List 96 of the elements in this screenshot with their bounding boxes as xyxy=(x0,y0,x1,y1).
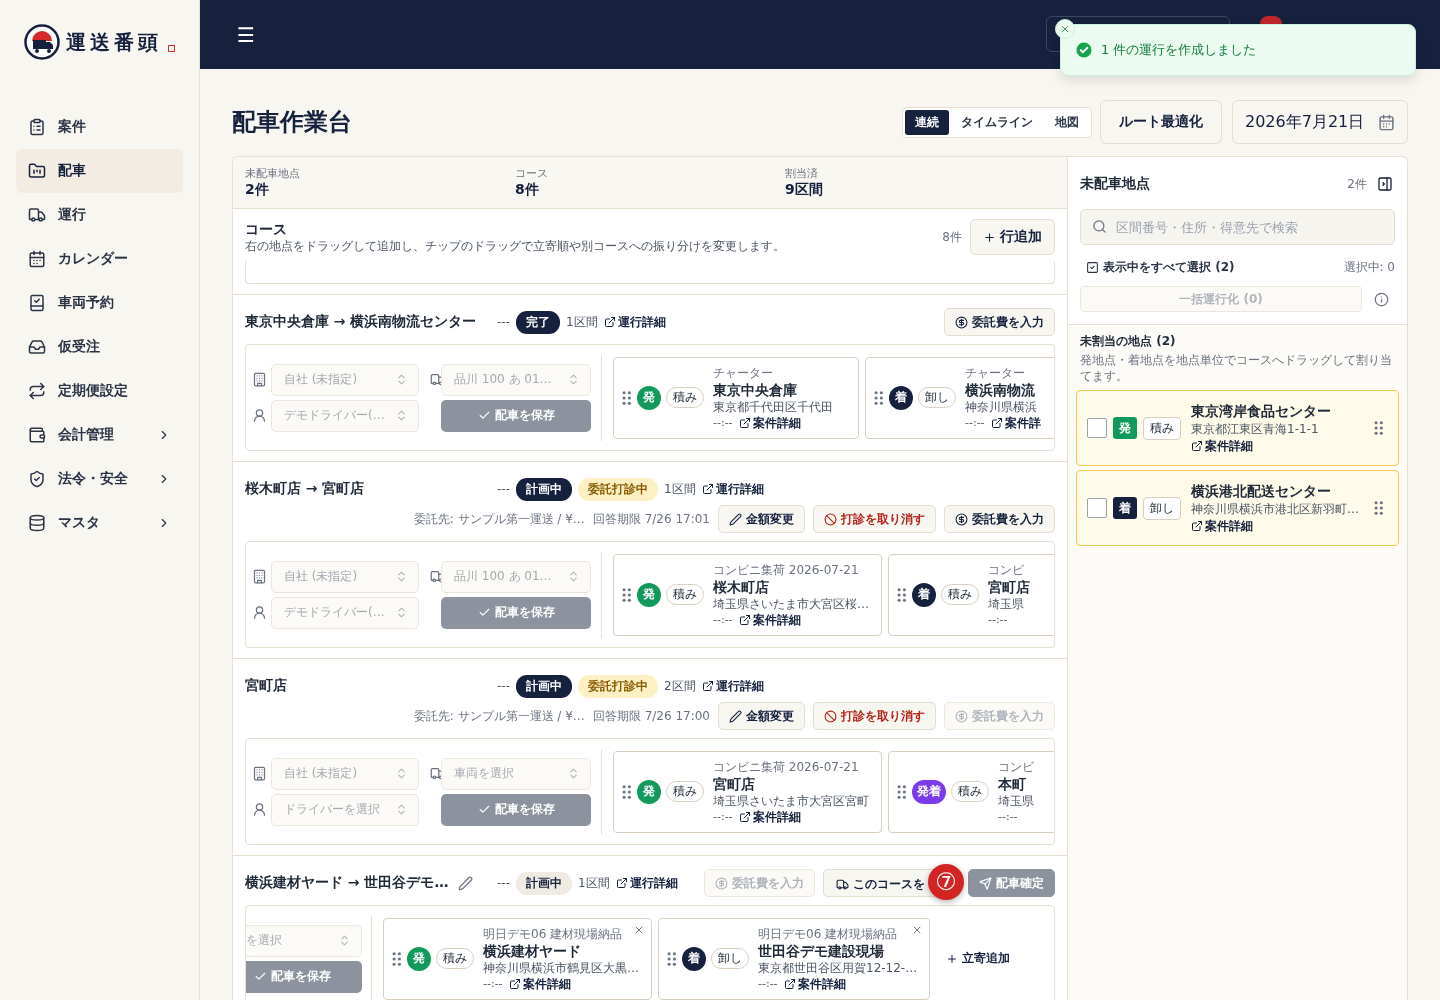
stop-caption: 明日デモ06 建材現場納品 xyxy=(758,925,899,942)
stop-address: 神奈川県横浜市鶴見区大黒… xyxy=(483,959,639,976)
stop-name: 本町 xyxy=(998,774,1027,793)
stop-type-label: 発 xyxy=(407,946,431,971)
stop-address: 埼玉県 xyxy=(988,595,1025,612)
stop-type-label: 着 xyxy=(912,582,936,607)
stop-time: --:-- xyxy=(483,975,503,992)
selected-count: 選択中: 0 xyxy=(1343,258,1395,276)
stop-time: --:-- xyxy=(713,808,733,825)
stop-caption: コンビニ集荷 2026-07-21 xyxy=(713,758,860,775)
course-title: 東京中央倉庫 → 横浜南物流センター xyxy=(245,313,477,331)
work-type-label: 積み xyxy=(951,781,989,802)
stop-type-label: 着 xyxy=(1113,497,1137,519)
consignee-text: 委託先: サンプル第一運送 / ¥… xyxy=(413,510,585,528)
work-type-label: 積み xyxy=(666,584,704,605)
work-type-label: 卸し xyxy=(1143,496,1181,520)
course-value: --- xyxy=(497,876,510,890)
stat-value: 2件 xyxy=(245,181,270,199)
deadline-text: 回答期限 7/26 17:00 xyxy=(592,707,710,725)
toast-message: 1 件の運行を作成しました xyxy=(1101,41,1257,59)
stop-type-label: 着 xyxy=(682,946,706,971)
stop-caption: コンビ xyxy=(988,561,1025,578)
status-label: 計画中 xyxy=(516,477,572,501)
stop-time: --:-- xyxy=(758,975,778,992)
stop-address: 埼玉県さいたま市大宮区宮町 xyxy=(713,792,869,809)
work-type-label: 積み xyxy=(1143,416,1181,440)
stop-address: 埼玉県さいたま市大宮区桜… xyxy=(713,595,869,612)
stop-caption: コンビニ集荷 2026-07-21 xyxy=(713,561,860,578)
stop-address: 東京都世田谷区用賀12-12-… xyxy=(758,959,918,976)
stop-type-label: 発 xyxy=(637,779,661,804)
consignee-text: 委託先: サンプル第一運送 / ¥… xyxy=(413,707,585,725)
stop-address: 神奈川県横浜 xyxy=(965,398,1038,415)
status-label: 計画中 xyxy=(516,871,572,895)
course-title: 横浜建材ヤード → 世田谷デモ… xyxy=(245,874,449,892)
logo-text: 運送番頭 xyxy=(66,28,162,56)
course-count: 8件 xyxy=(942,228,962,246)
stop-type-label: 発 xyxy=(637,582,661,607)
stop-caption: 明日デモ06 建材現場納品 xyxy=(483,925,624,942)
stop-time: --:-- xyxy=(988,611,1008,628)
stop-time: --:-- xyxy=(713,414,733,431)
stop-type-label: 発 xyxy=(637,385,661,410)
deadline-text: 回答期限 7/26 17:01 xyxy=(592,510,710,528)
stop-caption: コンビ xyxy=(998,758,1034,775)
stat-value: 9区間 xyxy=(785,181,824,199)
status-label: 計画中 xyxy=(516,674,572,698)
stat-label: 未配車地点 xyxy=(245,166,301,181)
stop-address: 東京都千代田区千代田 xyxy=(713,398,833,415)
stop-name: 宮町店 xyxy=(988,577,1030,596)
course-value: --- xyxy=(497,315,510,329)
stop-address: 埼玉県 xyxy=(998,792,1034,809)
point-count: 2件 xyxy=(1347,175,1367,193)
section-title: コース xyxy=(245,220,288,239)
point-name: 東京湾岸食品センター xyxy=(1191,401,1332,420)
section-title: 未割当の地点 (2) xyxy=(1079,333,1177,350)
stop-type-label: 発着 xyxy=(912,779,946,804)
stop-name: 横浜建材ヤード xyxy=(483,941,582,960)
stop-time: --:-- xyxy=(998,808,1018,825)
stat-value: 8件 xyxy=(515,181,540,199)
consult-status-label: 委託打診中 xyxy=(578,477,658,501)
stop-name: 世田谷デモ建設現場 xyxy=(758,941,885,960)
stop-name: 桜木町店 xyxy=(713,577,770,596)
course-title: 宮町店 xyxy=(245,677,287,695)
work-type-label: 積み xyxy=(666,387,704,408)
stat-label: 割当済 xyxy=(785,166,819,181)
stop-caption: チャーター xyxy=(713,364,774,381)
step-tooltip: ⑦ xyxy=(928,864,964,900)
consult-status-label: 委託打診中 xyxy=(578,674,658,698)
stop-caption: チャーター xyxy=(965,364,1026,381)
segment-count: 1区間 xyxy=(578,874,610,892)
stop-time: --:-- xyxy=(713,611,733,628)
course-value: --- xyxy=(497,679,510,693)
panel-title: 未配車地点 xyxy=(1080,175,1150,193)
stop-name: 宮町店 xyxy=(713,774,756,793)
point-name: 横浜港北配送センター xyxy=(1191,481,1332,500)
work-type-label: 卸し xyxy=(711,948,749,969)
work-type-label: 積み xyxy=(666,781,704,802)
course-value: --- xyxy=(497,482,510,496)
stop-name: 東京中央倉庫 xyxy=(713,380,798,399)
point-address: 神奈川県横浜市港北区新羽町… xyxy=(1191,500,1360,518)
segment-count: 1区間 xyxy=(566,313,598,331)
status-label: 完了 xyxy=(516,310,560,334)
stop-type-label: 発 xyxy=(1113,417,1137,439)
work-type-label: 積み xyxy=(941,584,979,605)
course-title: 桜木町店 → 宮町店 xyxy=(245,480,365,498)
stop-name: 横浜南物流 xyxy=(965,380,1036,399)
segment-count: 1区間 xyxy=(664,480,696,498)
work-type-label: 積み xyxy=(436,948,474,969)
stat-label: コース xyxy=(515,166,549,181)
stop-type-label: 着 xyxy=(889,385,913,410)
point-address: 東京都江東区青海1-1-1 xyxy=(1191,420,1320,438)
section-description: 右の地点をドラッグして追加し、チップのドラッグで立寄順や別コースへの振り分けを変更します。 xyxy=(245,238,785,254)
page-title: 配車作業台 xyxy=(232,107,352,138)
section-hint: 発地点・着地点を地点単位でコースへドラッグして割り当てます。 xyxy=(1079,352,1393,384)
work-type-label: 卸し xyxy=(918,387,956,408)
stop-time: --:-- xyxy=(965,414,985,431)
segment-count: 2区間 xyxy=(664,677,696,695)
